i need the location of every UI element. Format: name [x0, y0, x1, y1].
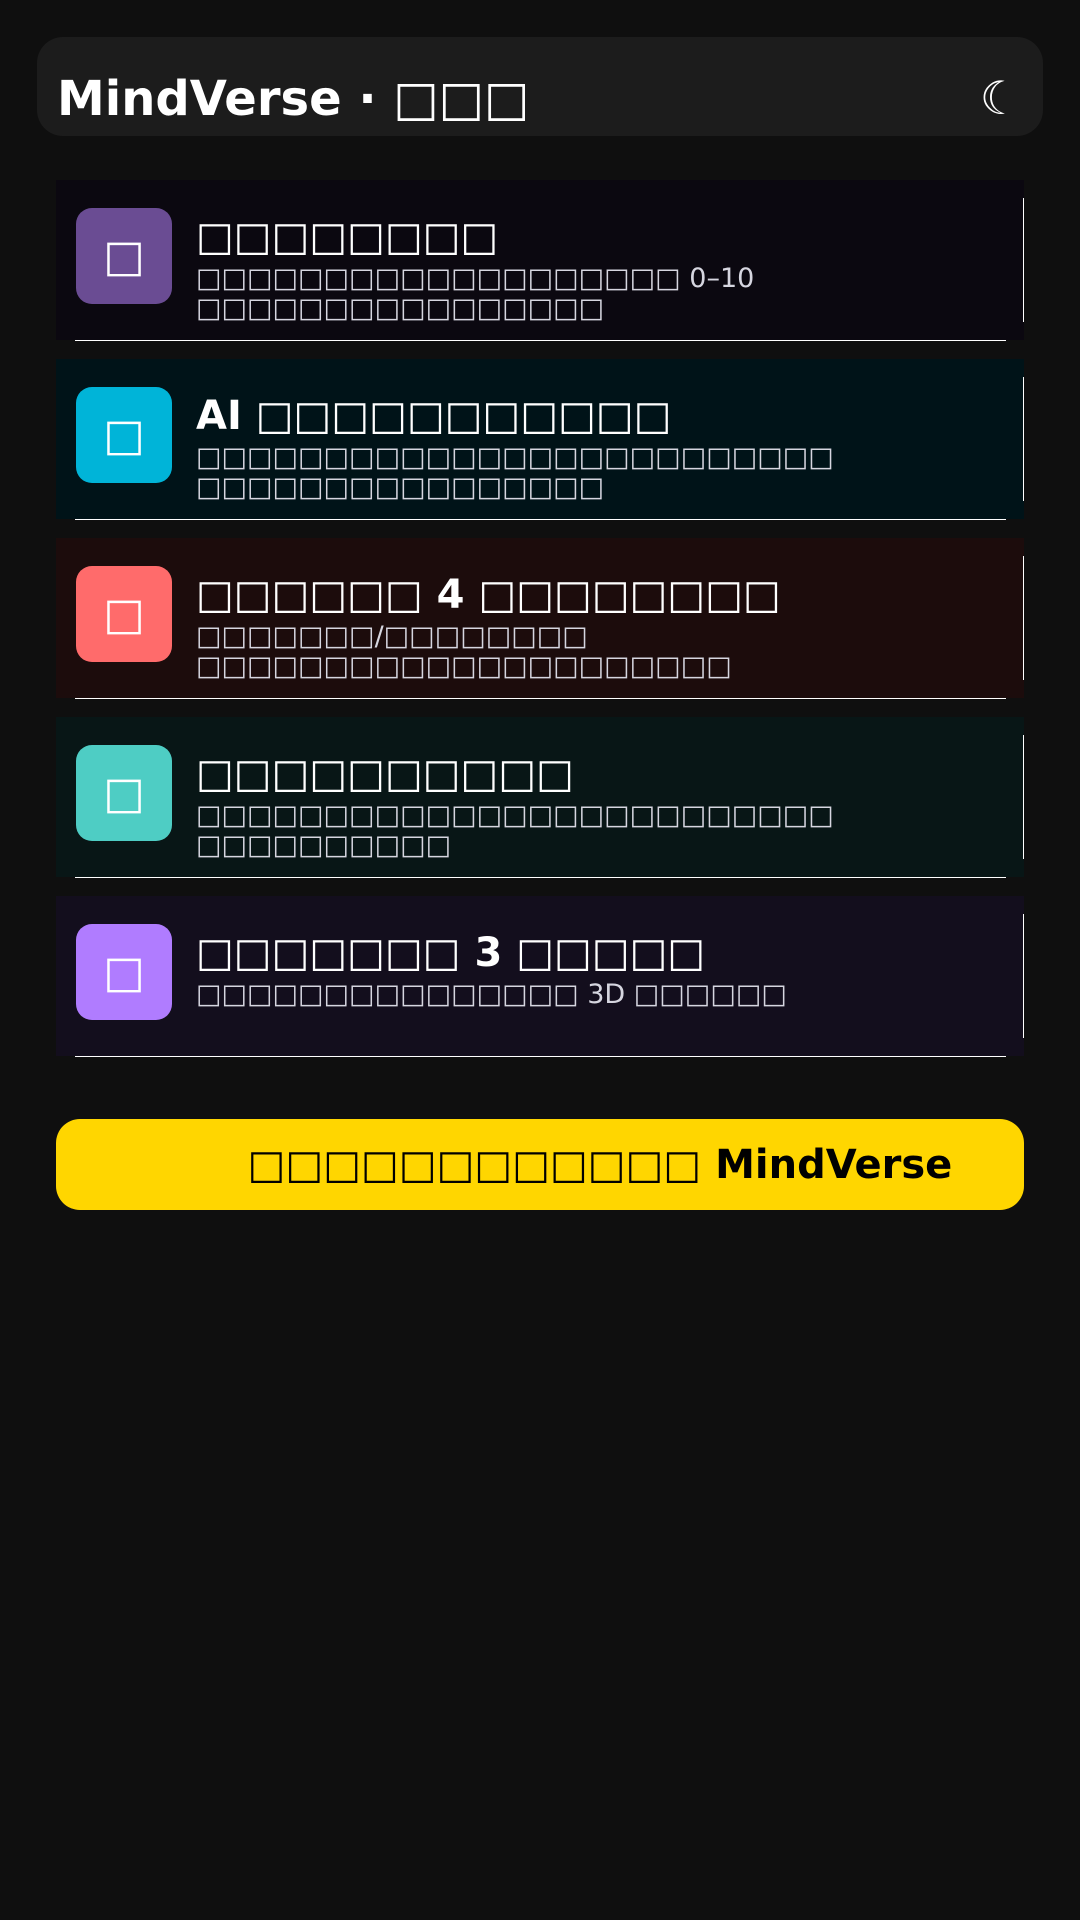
card-divider [75, 698, 1006, 699]
get-started-button[interactable]: □□□□□□□□□□□□ MindVerse [56, 1119, 1024, 1210]
card-divider [75, 340, 1006, 341]
feature-title: □□□□□□ 4 □□□□□□□□ [196, 572, 781, 618]
app-header: MindVerse · □□□ ☾ [37, 37, 1043, 136]
moon-icon[interactable]: ☾ [980, 71, 1021, 125]
card-border-right [1023, 914, 1024, 1038]
feature-card: □ □□□□□□□□□□ □□□□□□□□□□□□□□□□□□□□□□□□□ □□□… [56, 717, 1024, 878]
feature-description: □□□□□□□□□□ [196, 830, 452, 861]
feature-description: □□□□□□□□□□□□□□□□□□□□□□□□□ [196, 442, 834, 473]
feature-icon: □ [76, 924, 172, 1020]
feature-text: □□□□□□□ 3 □□□□□ □□□□□□□□□□□□□□□ 3D □□□□□□ [196, 930, 1004, 1010]
feature-text: □□□□□□□□□□ □□□□□□□□□□□□□□□□□□□□□□□□□ □□□□□… [196, 751, 1004, 861]
card-border-right [1023, 735, 1024, 859]
feature-card: □ □□□□□□□ 3 □□□□□ □□□□□□□□□□□□□□□ 3D □□□□… [56, 896, 1024, 1057]
feature-description: □□□□□□□□□□□□□□□ 3D □□□□□□ [196, 979, 787, 1010]
feature-card: □ AI □□□□□□□□□□□ □□□□□□□□□□□□□□□□□□□□□□□□… [56, 359, 1024, 520]
feature-card: □ □□□□□□□□ □□□□□□□□□□□□□□□□□□□ 0–10 □□□□□□… [56, 180, 1024, 341]
card-border-right [1023, 377, 1024, 501]
card-divider [75, 519, 1006, 520]
feature-title: □□□□□□□ 3 □□□□□ [196, 930, 706, 976]
feature-description: □□□□□□□□□□□□□□□□ [196, 472, 605, 503]
feature-text: AI □□□□□□□□□□□ □□□□□□□□□□□□□□□□□□□□□□□□□ □… [196, 393, 1004, 503]
feature-text: □□□□□□ 4 □□□□□□□□ □□□□□□□/□□□□□□□□ □□□□□□□… [196, 572, 1004, 682]
card-divider [75, 1056, 1006, 1057]
feature-description: □□□□□□□□□□□□□□□□□□□ 0–10 [196, 263, 755, 294]
feature-icon: □ [76, 745, 172, 841]
feature-description: □□□□□□□□□□□□□□□□□□□□□□□□□ [196, 800, 834, 831]
feature-title: □□□□□□□□ [196, 214, 499, 260]
card-divider [75, 877, 1006, 878]
feature-icon: □ [76, 208, 172, 304]
feature-description: □□□□□□□□□□□□□□□□□□□□□ [196, 651, 732, 682]
card-border-right [1023, 556, 1024, 680]
feature-description: □□□□□□□□□□□□□□□□ [196, 293, 605, 324]
feature-icon: □ [76, 566, 172, 662]
card-border-right [1023, 198, 1024, 322]
feature-text: □□□□□□□□ □□□□□□□□□□□□□□□□□□□ 0–10 □□□□□□□□… [196, 214, 1004, 324]
feature-title: AI □□□□□□□□□□□ [196, 393, 672, 439]
app-title: MindVerse · □□□ [57, 71, 530, 127]
feature-icon: □ [76, 387, 172, 483]
feature-title: □□□□□□□□□□ [196, 751, 574, 797]
feature-description: □□□□□□□/□□□□□□□□ [196, 621, 588, 652]
feature-card: □ □□□□□□ 4 □□□□□□□□ □□□□□□□/□□□□□□□□ □□□□□… [56, 538, 1024, 699]
